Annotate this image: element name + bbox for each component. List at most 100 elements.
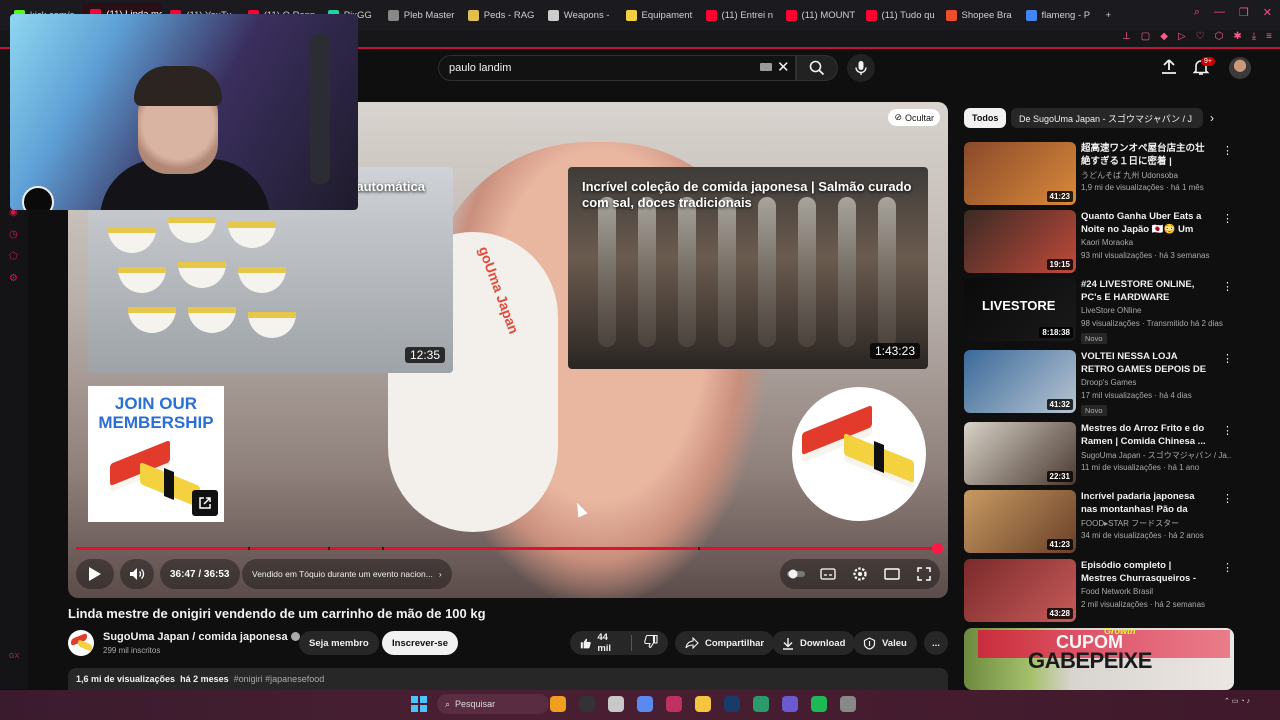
- browser-tab[interactable]: Peds - RAG: [460, 3, 540, 27]
- search-button[interactable]: [796, 55, 838, 81]
- chevron-right-icon[interactable]: ›: [1210, 111, 1214, 125]
- channel-subscribe-endcard[interactable]: [792, 387, 926, 521]
- discord-icon[interactable]: [782, 696, 798, 712]
- download-button[interactable]: Download: [772, 631, 856, 655]
- recommended-video[interactable]: 41:23 超高速ワンオペ屋台店主の壮絶すぎる１日に密着 | Japanese .…: [964, 142, 1244, 206]
- browser-tab[interactable]: Weapons -: [540, 3, 618, 27]
- progress-bar[interactable]: [76, 543, 943, 554]
- endcard-video-2[interactable]: Incrível coleção de comida japonesa | Sa…: [568, 167, 928, 369]
- video-thumbnail[interactable]: 41:23: [964, 490, 1076, 553]
- sidebar-extensions-icon[interactable]: ⬠: [9, 251, 18, 262]
- browser-tab[interactable]: Shopee Bra: [938, 3, 1018, 27]
- taskbar-search[interactable]: ⌕ Pesquisar: [437, 694, 549, 714]
- hide-endcards-button[interactable]: ⊘ Ocultar: [888, 109, 940, 126]
- more-options-icon[interactable]: ⋮: [1222, 352, 1233, 365]
- video-title[interactable]: Mestres do Arroz Frito e do Ramen | Comi…: [1081, 422, 1209, 448]
- player-icon[interactable]: ▷: [1178, 31, 1186, 42]
- channel-name[interactable]: Kaori Moraoka: [1081, 238, 1231, 247]
- more-options-icon[interactable]: ⋮: [1222, 280, 1233, 293]
- cube-icon[interactable]: ⬡: [1215, 31, 1224, 42]
- minimize-icon[interactable]: —: [1214, 6, 1225, 19]
- upload-icon[interactable]: [1160, 58, 1178, 76]
- video-title[interactable]: 超高速ワンオペ屋台店主の壮絶すぎる１日に密着 | Japanese ...: [1081, 142, 1209, 168]
- recommended-video[interactable]: 43:28 Episódio completo | Mestres Churras…: [964, 559, 1244, 623]
- video-title[interactable]: VOLTEI NESSA LOJA RETRO GAMES DEPOIS DE …: [1081, 350, 1209, 376]
- channel-name[interactable]: うどんそば 九州 Udonsoba: [1081, 170, 1231, 181]
- more-options-icon[interactable]: ⋮: [1222, 144, 1233, 157]
- browser-tab[interactable]: (11) Tudo qu: [858, 3, 938, 27]
- menu-icon[interactable]: ≡: [1266, 31, 1272, 42]
- channel-name[interactable]: Droop's Games: [1081, 378, 1231, 387]
- recommended-video[interactable]: 41:32 VOLTEI NESSA LOJA RETRO GAMES DEPOI…: [964, 350, 1244, 416]
- opera-icon[interactable]: [666, 696, 682, 712]
- recommended-video[interactable]: 41:23 Incrível padaria japonesa nas monta…: [964, 490, 1244, 554]
- chrome-icon[interactable]: [840, 696, 856, 712]
- browser-tab[interactable]: Equipament: [618, 3, 698, 27]
- recommended-video[interactable]: 8:18:38 LIVESTORE #24 LIVESTORE ONLINE, PC…: [964, 278, 1244, 344]
- more-options-icon[interactable]: ⋮: [1222, 561, 1233, 574]
- browser-tab[interactable]: (11) Entrei n: [698, 3, 778, 27]
- recommended-video[interactable]: 22:31 Mestres do Arroz Frito e do Ramen |…: [964, 422, 1244, 486]
- sidebar-history-icon[interactable]: ◷: [9, 229, 18, 240]
- subtitles-icon[interactable]: [818, 566, 838, 582]
- steam-icon[interactable]: [724, 696, 740, 712]
- channel-name[interactable]: SugoUma Japan - スゴウマジャパン / Ja...: [1081, 450, 1231, 461]
- description-box[interactable]: 1,6 mi de visualizações há 2 meses #onig…: [68, 668, 948, 692]
- folder-icon[interactable]: [695, 696, 711, 712]
- sponsored-ad[interactable]: CUPOM GABEPEIXE Growth: [964, 628, 1234, 690]
- chapter-button[interactable]: Vendido em Tóquio durante um evento naci…: [242, 559, 452, 589]
- video-title[interactable]: Quanto Ganha Uber Eats a Noite no Japão …: [1081, 210, 1209, 236]
- more-actions-button[interactable]: ...: [924, 631, 948, 655]
- ghost-icon[interactable]: [608, 696, 624, 712]
- share-button[interactable]: Compartilhar: [675, 631, 775, 655]
- settings-gear-icon[interactable]: [850, 566, 870, 582]
- keyboard-icon[interactable]: [760, 63, 772, 71]
- snapshot-icon[interactable]: ▢: [1141, 31, 1150, 42]
- autoplay-toggle[interactable]: [786, 566, 806, 582]
- membership-endcard[interactable]: JOIN OUR MEMBERSHIP: [88, 386, 224, 522]
- heart-icon[interactable]: ♡: [1196, 31, 1205, 42]
- hashtags[interactable]: #onigiri #japanesefood: [234, 674, 325, 684]
- dislike-button[interactable]: [644, 634, 658, 651]
- join-button[interactable]: Seja membro: [299, 631, 379, 655]
- thanks-button[interactable]: Valeu: [853, 631, 917, 655]
- steelseries-icon[interactable]: [753, 696, 769, 712]
- sidebar-gx-icon[interactable]: GX: [9, 653, 19, 660]
- recommended-video[interactable]: 19:15 Quanto Ganha Uber Eats a Noite no J…: [964, 210, 1244, 274]
- search-tabs-icon[interactable]: ⌕: [1194, 6, 1200, 19]
- browser-tab[interactable]: flameng - P: [1018, 3, 1098, 27]
- more-options-icon[interactable]: ⋮: [1222, 492, 1233, 505]
- edit-icon[interactable]: [579, 696, 595, 712]
- close-icon[interactable]: ✕: [1263, 6, 1272, 19]
- channel-avatar[interactable]: [68, 630, 94, 656]
- spotify-icon[interactable]: [811, 696, 827, 712]
- system-tray-icons[interactable]: ⌃ ▭ ◔ ♪: [1224, 698, 1250, 705]
- video-thumbnail[interactable]: 43:28: [964, 559, 1076, 622]
- video-title[interactable]: Incrível padaria japonesa nas montanhas!…: [1081, 490, 1209, 516]
- browser-tab[interactable]: Pleb Master: [380, 3, 460, 27]
- video-thumbnail[interactable]: 19:15: [964, 210, 1076, 273]
- download-icon[interactable]: ⤓: [1252, 31, 1256, 42]
- more-options-icon[interactable]: ⋮: [1222, 424, 1233, 437]
- browser-tab[interactable]: (11) MOUNT: [778, 3, 858, 27]
- video-title[interactable]: #24 LIVESTORE ONLINE, PC's E HARDWARE: [1081, 278, 1209, 304]
- game-icon[interactable]: [550, 696, 566, 712]
- new-tab-button[interactable]: +: [1098, 3, 1120, 27]
- pin-icon[interactable]: ⊥: [1122, 31, 1131, 42]
- clear-search-icon[interactable]: ✕: [777, 58, 790, 76]
- volume-button[interactable]: [120, 559, 154, 589]
- theater-mode-icon[interactable]: [882, 566, 902, 582]
- profile-avatar[interactable]: [1229, 57, 1251, 79]
- progress-handle[interactable]: [932, 543, 943, 554]
- channel-name[interactable]: SugoUma Japan / comida japonesa: [103, 631, 300, 643]
- more-options-icon[interactable]: ⋮: [1222, 212, 1233, 225]
- copilot-icon[interactable]: [637, 696, 653, 712]
- video-thumbnail[interactable]: 8:18:38 LIVESTORE: [964, 278, 1076, 341]
- play-button[interactable]: [76, 559, 114, 589]
- maximize-icon[interactable]: ❐: [1239, 6, 1249, 19]
- windows-start-icon[interactable]: [411, 696, 427, 712]
- channel-name[interactable]: Food Network Brasil: [1081, 587, 1231, 596]
- channel-name[interactable]: LiveStore ONline: [1081, 306, 1231, 315]
- channel-name[interactable]: FOOD▸STAR フードスター: [1081, 518, 1231, 529]
- like-button[interactable]: 44 mil: [580, 632, 619, 654]
